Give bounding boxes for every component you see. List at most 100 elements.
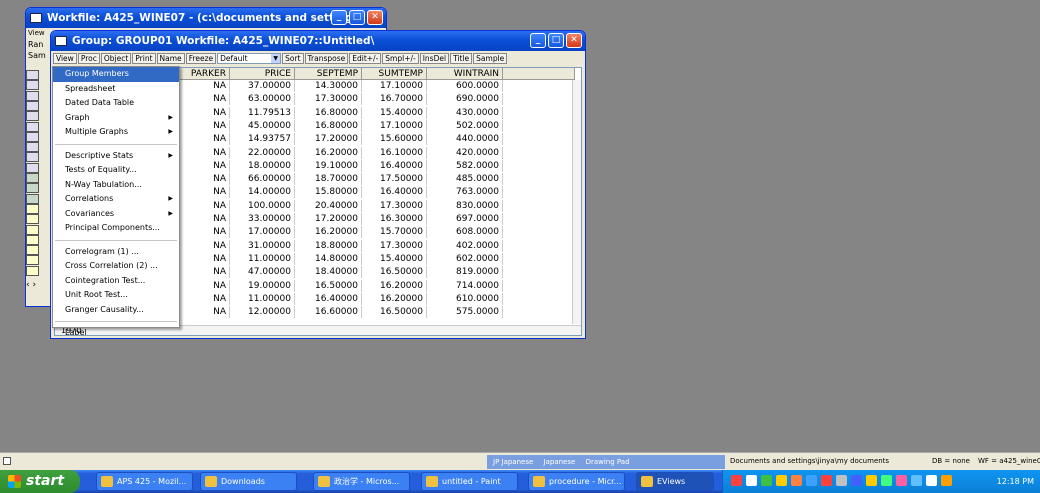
menu-item-correlations[interactable]: Correlations ▶: [53, 192, 179, 207]
menu-item-unit-root-test[interactable]: Unit Root Test...: [53, 288, 179, 303]
start-button[interactable]: start: [0, 470, 80, 493]
table-cell[interactable]: 19.10000: [295, 159, 362, 172]
table-cell[interactable]: 16.30000: [362, 213, 427, 225]
toolbar-smpl-button[interactable]: Smpl+/-: [382, 52, 419, 64]
table-cell[interactable]: 17.30000: [295, 93, 362, 106]
table-cell[interactable]: NA: [178, 213, 230, 225]
vertical-scrollbar[interactable]: [572, 80, 581, 324]
table-cell[interactable]: 14.00000: [230, 186, 295, 199]
menu-item-cross-correlation-2[interactable]: Cross Correlation (2) ...: [53, 259, 179, 274]
table-cell[interactable]: 830.0000: [427, 199, 503, 212]
table-cell[interactable]: 14.93757: [230, 133, 295, 146]
toolbar-proc-button[interactable]: Proc: [77, 52, 100, 64]
table-cell[interactable]: NA: [178, 239, 230, 252]
table-cell[interactable]: 16.60000: [295, 306, 362, 319]
table-cell[interactable]: 16.50000: [295, 279, 362, 292]
table-cell[interactable]: 16.80000: [295, 119, 362, 132]
workfile-object-icon[interactable]: [26, 152, 39, 163]
table-cell[interactable]: NA: [178, 159, 230, 172]
workfile-object-icon[interactable]: [26, 203, 39, 214]
table-cell[interactable]: 430.0000: [427, 106, 503, 119]
table-cell[interactable]: 582.0000: [427, 159, 503, 172]
menu-item-multiple-graphs[interactable]: Multiple Graphs ▶: [53, 125, 179, 140]
tray-icon[interactable]: [821, 475, 832, 486]
table-cell[interactable]: 17.20000: [295, 133, 362, 146]
menu-item-dated-data-table[interactable]: Dated Data Table: [53, 96, 179, 111]
table-cell[interactable]: 600.0000: [427, 80, 503, 92]
table-cell[interactable]: 15.60000: [362, 133, 427, 146]
table-cell[interactable]: 11.00000: [230, 252, 295, 265]
column-header-parker[interactable]: PARKER: [178, 68, 230, 80]
table-cell[interactable]: 819.0000: [427, 266, 503, 279]
workfile-object-icon[interactable]: [26, 131, 39, 142]
table-cell[interactable]: 12.00000: [230, 306, 295, 319]
workfile-object-icon[interactable]: [26, 234, 39, 245]
table-cell[interactable]: 402.0000: [427, 239, 503, 252]
table-cell[interactable]: NA: [178, 133, 230, 146]
toolbar-object-button[interactable]: Object: [100, 52, 132, 64]
task-word-2[interactable]: procedure - Micr...: [528, 472, 625, 491]
toolbar-name-button[interactable]: Name: [156, 52, 185, 64]
table-cell[interactable]: 16.70000: [362, 93, 427, 106]
table-cell[interactable]: 16.80000: [295, 106, 362, 119]
task-word-1[interactable]: 政治学 - Micros...: [313, 472, 410, 491]
workfile-scroll-arrows[interactable]: ‹ ›: [26, 280, 36, 290]
menu-item-spreadsheet[interactable]: Spreadsheet: [53, 82, 179, 97]
table-cell[interactable]: 608.0000: [427, 226, 503, 239]
column-header-price[interactable]: PRICE: [230, 68, 295, 80]
toolbar-sample-button[interactable]: Sample: [473, 52, 508, 64]
table-cell[interactable]: 17.10000: [362, 80, 427, 92]
tray-icon[interactable]: [911, 475, 922, 486]
menu-item-graph[interactable]: Graph ▶: [53, 111, 179, 126]
close-button[interactable]: ✕: [367, 10, 383, 25]
workfile-object-icon[interactable]: [26, 162, 39, 173]
table-cell[interactable]: 15.40000: [362, 252, 427, 265]
table-cell[interactable]: 100.0000: [230, 199, 295, 212]
maximize-button[interactable]: □: [548, 33, 564, 48]
toolbar-title-button[interactable]: Title: [450, 52, 473, 64]
tray-icon[interactable]: [866, 475, 877, 486]
toolbar-insdel-button[interactable]: InsDel: [419, 52, 450, 64]
table-cell[interactable]: 610.0000: [427, 292, 503, 305]
group-titlebar[interactable]: Group: GROUP01 Workfile: A425_WINE07::Un…: [51, 31, 585, 51]
table-cell[interactable]: 16.40000: [295, 292, 362, 305]
workfile-object-icon[interactable]: [26, 224, 39, 235]
table-cell[interactable]: 697.0000: [427, 213, 503, 225]
table-cell[interactable]: 31.00000: [230, 239, 295, 252]
menu-item-cointegration-test[interactable]: Cointegration Test...: [53, 274, 179, 289]
workfile-object-icon[interactable]: [26, 90, 39, 101]
table-cell[interactable]: 15.40000: [362, 106, 427, 119]
tray-icon[interactable]: [881, 475, 892, 486]
table-cell[interactable]: NA: [178, 292, 230, 305]
clock[interactable]: 12:18 PM: [997, 470, 1034, 493]
workfile-object-icon[interactable]: [26, 100, 39, 111]
table-cell[interactable]: 16.50000: [362, 306, 427, 319]
table-cell[interactable]: 16.50000: [362, 266, 427, 279]
table-cell[interactable]: NA: [178, 266, 230, 279]
minimize-button[interactable]: _: [331, 10, 347, 25]
menu-item-label[interactable]: Label: [53, 326, 179, 341]
task-mozilla[interactable]: APS 425 - Mozil...: [96, 472, 193, 491]
table-cell[interactable]: 66.00000: [230, 173, 295, 186]
tray-icon[interactable]: [851, 475, 862, 486]
task-eviews[interactable]: EViews: [636, 472, 714, 491]
minimize-button[interactable]: _: [530, 33, 546, 48]
workfile-titlebar[interactable]: Workfile: A425_WINE07 - (c:\documents an…: [26, 8, 386, 28]
tray-icon[interactable]: [896, 475, 907, 486]
menu-item-n-way-tabulation[interactable]: N-Way Tabulation...: [53, 178, 179, 193]
menu-item-covariances[interactable]: Covariances ▶: [53, 207, 179, 222]
table-cell[interactable]: NA: [178, 80, 230, 92]
table-cell[interactable]: 502.0000: [427, 119, 503, 132]
toolbar-sort-button[interactable]: Sort: [282, 52, 304, 64]
language-item[interactable]: JP Japanese: [493, 458, 533, 466]
table-cell[interactable]: NA: [178, 279, 230, 292]
table-cell[interactable]: 11.79513: [230, 106, 295, 119]
tray-icon[interactable]: [731, 475, 742, 486]
workfile-object-icon[interactable]: [26, 265, 39, 276]
menu-item-granger-causality[interactable]: Granger Causality...: [53, 303, 179, 318]
task-paint[interactable]: untitled - Paint: [421, 472, 518, 491]
table-cell[interactable]: 17.20000: [295, 213, 362, 225]
table-cell[interactable]: NA: [178, 93, 230, 106]
workfile-object-icon[interactable]: [26, 121, 39, 132]
column-header-empty[interactable]: [503, 68, 575, 80]
